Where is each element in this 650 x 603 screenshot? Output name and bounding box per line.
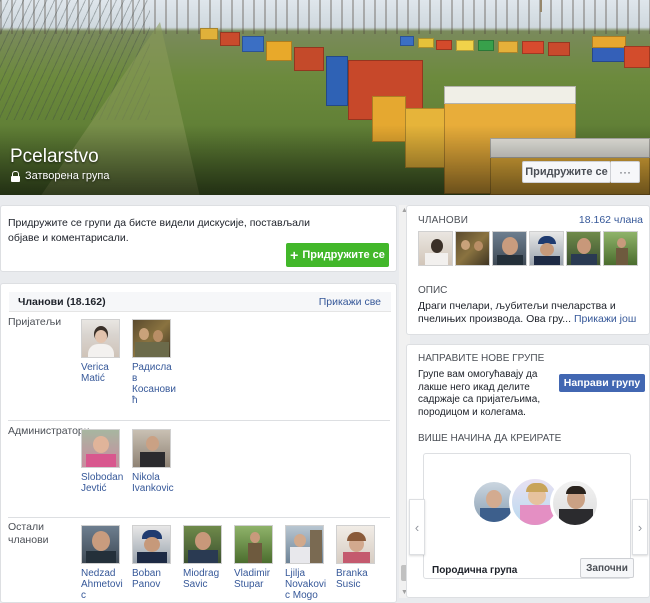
member-name[interactable]: Verica Matić <box>81 362 125 384</box>
avatar[interactable] <box>132 319 171 358</box>
member-thumbnails <box>418 231 638 266</box>
members-title: Чланови (18.162) <box>18 296 106 308</box>
member-name[interactable]: Ljilja Novakovic Mogo <box>285 568 329 601</box>
members-count-link[interactable]: 18.162 члана <box>579 214 643 226</box>
join-prompt-button[interactable]: + Придружите се <box>286 243 389 267</box>
join-prompt-panel: Придружите се групи да бисте видели диск… <box>0 205 397 272</box>
section-label-friends: Пријатељи <box>8 316 62 328</box>
member-name[interactable]: Branka Susic <box>336 568 380 590</box>
members-header: Чланови (18.162) Прикажи све <box>9 292 391 312</box>
avatar[interactable] <box>234 525 273 564</box>
create-group-panel: НАПРАВИТЕ НОВЕ ГРУПЕ Групе вам омогућава… <box>406 344 650 598</box>
description-text: Драги пчелари, љубитељи пчеларства и пче… <box>418 300 646 326</box>
family-group-label: Породична група <box>432 565 518 576</box>
avatar[interactable] <box>183 525 222 564</box>
group-privacy: Затворена група <box>11 170 109 182</box>
member-name[interactable]: Vladimir Stupar <box>234 568 278 590</box>
group-title[interactable]: Pcelarstvo <box>10 146 99 168</box>
start-button[interactable]: Започни <box>580 558 634 578</box>
member-vladimir-stupar[interactable]: Vladimir Stupar <box>234 525 278 590</box>
create-group-button[interactable]: Направи групу <box>559 374 645 392</box>
more-ways-title: ВИШЕ НАЧИНА ДА КРЕИРАТЕ <box>418 433 562 444</box>
create-group-text: Групе вам омогућавају да лакше него икад… <box>418 369 541 418</box>
member-name[interactable]: Nikola Ivankovic <box>132 472 176 494</box>
member-radislav-kosanovic[interactable]: Радислав Косановић <box>132 319 176 406</box>
member-name[interactable]: Miodrag Savic <box>183 568 227 590</box>
join-group-button[interactable]: Придружите се <box>522 161 611 183</box>
member-thumbnail[interactable] <box>492 231 527 266</box>
member-ljilja-novakovic-mogo[interactable]: Ljilja Novakovic Mogo <box>285 525 329 601</box>
members-panel: Чланови (18.162) Прикажи све Пријатељи V… <box>0 283 397 603</box>
member-verica-matic[interactable]: Verica Matić <box>81 319 125 384</box>
member-nikola-ivankovic[interactable]: Nikola Ivankovic <box>132 429 176 494</box>
member-thumbnail[interactable] <box>455 231 490 266</box>
carousel-prev-icon[interactable]: ‹ <box>409 499 425 555</box>
avatar[interactable] <box>285 525 324 564</box>
more-options-button[interactable]: ··· <box>611 161 640 183</box>
show-more-link[interactable]: Прикажи још <box>574 313 636 325</box>
family-photo-3 <box>550 478 600 528</box>
lock-icon <box>11 171 20 182</box>
avatar[interactable] <box>81 525 120 564</box>
carousel-next-icon[interactable]: › <box>632 499 648 555</box>
section-label-admins: Администратори <box>8 425 90 437</box>
avatar[interactable] <box>81 429 120 468</box>
member-nedzad-ahmetovic[interactable]: Nedzad Ahmetovic <box>81 525 125 601</box>
avatar[interactable] <box>132 429 171 468</box>
members-summary-title: ЧЛАНОВИ <box>418 215 469 226</box>
member-name[interactable]: Slobodan Jevtić <box>81 472 125 494</box>
group-privacy-label: Затворена група <box>25 170 110 182</box>
member-thumbnail[interactable] <box>603 231 638 266</box>
member-thumbnail[interactable] <box>418 231 453 266</box>
member-boban-panov[interactable]: Boban Panov <box>132 525 176 590</box>
members-summary-panel: ЧЛАНОВИ 18.162 члана ОПИС Драги пчелари,… <box>406 205 650 335</box>
join-prompt-text: Придружите се групи да бисте видели диск… <box>8 217 310 244</box>
member-miodrag-savic[interactable]: Miodrag Savic <box>183 525 227 590</box>
show-all-link[interactable]: Прикажи све <box>319 296 381 308</box>
avatar[interactable] <box>336 525 375 564</box>
description-title: ОПИС <box>418 285 448 296</box>
section-label-other-members: Остали чланови <box>8 521 49 546</box>
join-prompt-button-label: Придружите се <box>302 249 385 261</box>
family-group-card[interactable]: Породична група Започни <box>423 453 634 579</box>
member-name[interactable]: Nedzad Ahmetovic <box>81 568 125 601</box>
member-thumbnail[interactable] <box>566 231 601 266</box>
member-name[interactable]: Boban Panov <box>132 568 176 590</box>
member-thumbnail[interactable] <box>529 231 564 266</box>
member-name[interactable]: Радислав Косановић <box>132 362 176 406</box>
avatar[interactable] <box>132 525 171 564</box>
member-slobodan-jevtic[interactable]: Slobodan Jevtić <box>81 429 125 494</box>
avatar[interactable] <box>81 319 120 358</box>
plus-icon: + <box>290 247 299 263</box>
member-branka-susic[interactable]: Branka Susic <box>336 525 380 590</box>
create-group-title: НАПРАВИТЕ НОВЕ ГРУПЕ <box>418 353 545 364</box>
